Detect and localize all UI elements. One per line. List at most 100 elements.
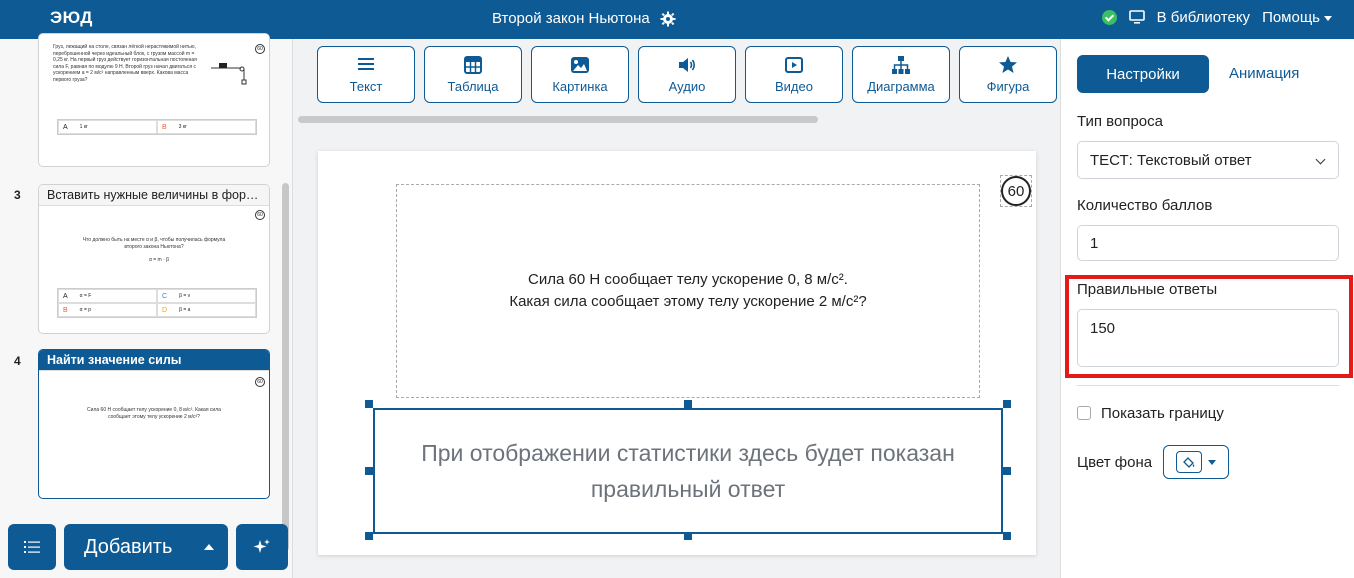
insert-text-button[interactable]: Текст <box>317 46 415 103</box>
show-border-checkbox[interactable] <box>1077 406 1091 420</box>
bg-color-picker[interactable] <box>1163 445 1229 479</box>
caret-up-icon <box>204 544 214 550</box>
top-right-actions: В библиотеку Помощь <box>1101 9 1332 26</box>
option-cell: B 3 кг <box>157 120 256 134</box>
tab-animation[interactable]: Анимация <box>1229 65 1299 82</box>
help-label: Помощь <box>1262 9 1320 26</box>
resize-handle[interactable] <box>365 532 373 540</box>
tool-label: Фигура <box>986 79 1030 94</box>
diagram-icon <box>892 56 910 74</box>
option-cell: Dβ = a <box>157 303 256 317</box>
star-icon <box>999 56 1017 73</box>
lesson-title[interactable]: Второй закон Ньютона <box>492 10 676 27</box>
option-letter: A <box>63 292 68 300</box>
question-type-select[interactable]: ТЕСТ: Текстовый ответ <box>1077 141 1339 179</box>
tool-label: Картинка <box>552 79 608 94</box>
question-line-1: Сила 60 Н сообщает телу ускорение 0, 8 м… <box>528 271 848 288</box>
slide-options-grid: Aα = F Cβ = v Bα = p Dβ = a <box>57 288 257 318</box>
lesson-title-text: Второй закон Ньютона <box>492 10 650 27</box>
help-menu[interactable]: Помощь <box>1262 9 1332 26</box>
image-icon <box>571 57 589 73</box>
chevron-down-icon <box>1315 154 1326 165</box>
pulley-diagram <box>211 63 247 85</box>
option-text: α = F <box>79 293 92 299</box>
question-text-block[interactable]: Сила 60 Н сообщает телу ускорение 0, 8 м… <box>396 184 980 398</box>
resize-handle[interactable] <box>1003 467 1011 475</box>
slide-options-grid: A 1 кг B 3 кг <box>57 119 257 135</box>
gear-icon[interactable] <box>660 11 676 27</box>
slide-thumbnail-active[interactable]: Найти значение силы 60 Сила 60 Н сообщае… <box>38 349 270 499</box>
tool-label: Диаграмма <box>867 79 935 94</box>
timer-badge: 60 <box>255 44 265 54</box>
insert-video-button[interactable]: Видео <box>745 46 843 103</box>
resize-handle[interactable] <box>1003 400 1011 408</box>
chevron-down-icon <box>1208 459 1216 465</box>
slides-sidebar: 60 Груз, лежащий на столе, связан лёгкой… <box>0 33 293 578</box>
show-border-label: Показать границу <box>1101 405 1224 422</box>
timer-badge: 60 <box>255 377 265 387</box>
resize-handle[interactable] <box>365 467 373 475</box>
add-slide-button[interactable]: Добавить <box>64 524 228 570</box>
insert-audio-button[interactable]: Аудио <box>638 46 736 103</box>
option-text: 1 кг <box>79 124 88 130</box>
chevron-down-icon <box>1324 15 1332 21</box>
slide-title: Вставить нужные величины в форму... <box>39 185 269 206</box>
question-type-label: Тип вопроса <box>1077 113 1163 130</box>
points-value: 1 <box>1090 234 1099 252</box>
slide-number: 4 <box>14 354 21 368</box>
sparkles-icon <box>253 539 270 553</box>
tool-label: Таблица <box>447 79 499 94</box>
tool-label: Видео <box>775 79 813 94</box>
timer-widget[interactable]: 60 <box>1000 175 1032 207</box>
paint-bucket-icon <box>1183 457 1195 468</box>
option-letter: D <box>162 306 168 314</box>
points-label: Количество баллов <box>1077 197 1213 214</box>
slide-thumbnail[interactable]: Вставить нужные величины в форму... 60 Ч… <box>38 184 270 334</box>
slide-formula: α = m · β <box>148 257 170 263</box>
highlight-frame <box>1065 275 1353 378</box>
monitor-icon[interactable] <box>1128 10 1145 25</box>
ai-magic-button[interactable] <box>236 524 288 570</box>
slide-title: Найти значение силы <box>39 350 269 371</box>
sidebar-scrollbar[interactable] <box>282 183 289 551</box>
slide-thumbnail[interactable]: 60 Груз, лежащий на столе, связан лёгкой… <box>38 33 270 167</box>
tool-label: Текст <box>349 79 383 94</box>
list-view-button[interactable] <box>8 524 56 570</box>
slide-question-preview: Груз, лежащий на столе, связан лёгкой не… <box>53 44 197 83</box>
option-text: β = a <box>179 307 191 313</box>
answer-placeholder-block[interactable]: При отображении статистики здесь будет п… <box>373 408 1003 534</box>
insert-shape-button[interactable]: Фигура <box>959 46 1057 103</box>
option-letter: A <box>63 123 68 131</box>
sidebar-actions: Добавить <box>8 524 288 570</box>
option-cell: Aα = F <box>58 289 157 303</box>
option-text: α = p <box>79 307 92 313</box>
tool-label: Аудио <box>668 79 706 94</box>
color-swatch <box>1176 451 1202 473</box>
resize-handle[interactable] <box>365 400 373 408</box>
insert-diagram-button[interactable]: Диаграмма <box>852 46 950 103</box>
resize-handle[interactable] <box>684 532 692 540</box>
toolbar-scrollbar[interactable] <box>298 116 818 123</box>
option-letter: B <box>162 123 167 131</box>
option-letter: C <box>162 292 168 300</box>
resize-handle[interactable] <box>1003 532 1011 540</box>
insert-image-button[interactable]: Картинка <box>531 46 629 103</box>
slide-question-preview: Что должно быть на месте α и β, чтобы по… <box>82 237 226 250</box>
timer-value: 60 <box>1001 176 1031 206</box>
question-line-2: Какая сила сообщает этому телу ускорение… <box>509 293 867 310</box>
text-lines-icon <box>358 58 374 70</box>
library-link[interactable]: В библиотеку <box>1157 9 1250 26</box>
slide-canvas[interactable]: Сила 60 Н сообщает телу ускорение 0, 8 м… <box>318 151 1036 555</box>
option-text: 3 кг <box>178 124 187 130</box>
slide-number: 3 <box>14 188 21 202</box>
points-input[interactable]: 1 <box>1077 225 1339 261</box>
add-slide-label: Добавить <box>84 535 173 558</box>
list-icon <box>24 541 40 553</box>
insert-table-button[interactable]: Таблица <box>424 46 522 103</box>
app-logo[interactable]: ЭЮД <box>50 8 93 28</box>
resize-handle[interactable] <box>684 400 692 408</box>
question-type-value: ТЕСТ: Текстовый ответ <box>1090 151 1252 169</box>
saved-check-icon <box>1101 10 1117 25</box>
video-icon <box>785 57 803 73</box>
tab-settings[interactable]: Настройки <box>1077 55 1209 93</box>
